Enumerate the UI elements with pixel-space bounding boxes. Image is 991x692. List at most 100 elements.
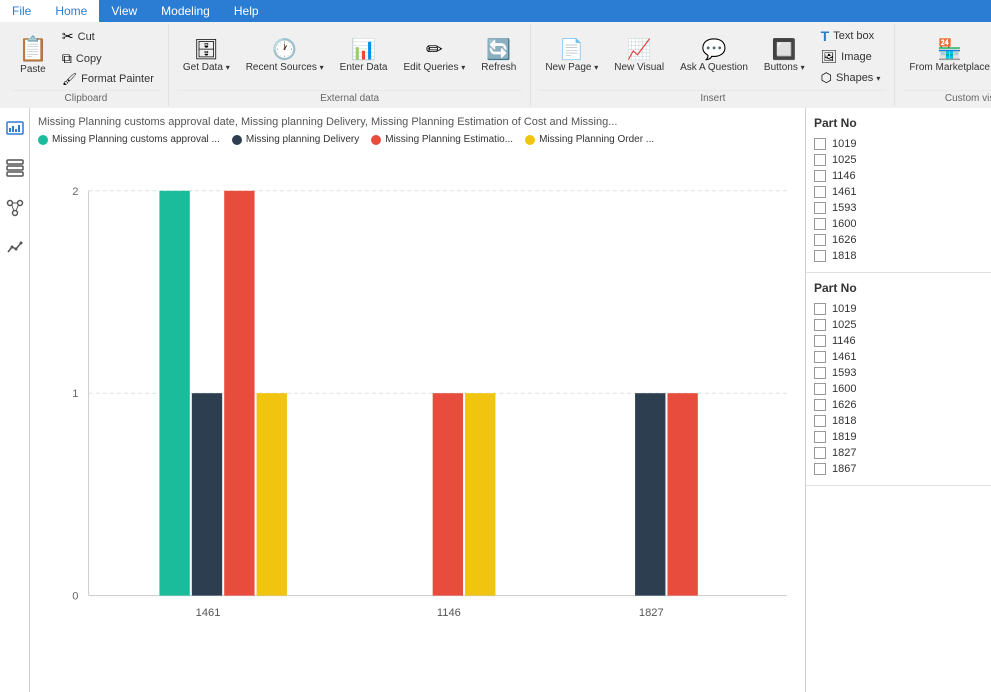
textbox-icon: T (821, 28, 830, 44)
bar-1461-series3[interactable] (257, 393, 287, 595)
legend-item-2: Missing Planning Estimatio... (371, 134, 513, 145)
sidebar-icon-report[interactable] (3, 116, 27, 140)
paste-button[interactable]: 📋 Paste (12, 35, 54, 79)
bar-1461-series1[interactable] (192, 393, 222, 595)
bar-1461-series0[interactable] (159, 191, 189, 596)
group-clipboard: 📋 Paste ✂ Cut ⧉ Copy 🖌 Format Painter (4, 24, 169, 106)
get-data-icon: 🗄 (194, 40, 219, 60)
from-marketplace-label: From Marketplace (909, 62, 990, 74)
filter-value2-1025: 1025 (832, 319, 856, 331)
copy-icon: ⧉ (62, 50, 72, 67)
enter-data-button[interactable]: 📊 Enter Data (334, 37, 394, 77)
filter-item2-1819: 1819 (814, 429, 983, 445)
legend-dot-2 (371, 135, 381, 145)
checkbox-1600[interactable] (814, 218, 826, 230)
tab-file[interactable]: File (0, 0, 43, 22)
shapes-label: Shapes ▾ (836, 72, 880, 84)
right-panel: Part No 1019 1025 1146 1461 1593 (806, 108, 991, 692)
legend-dot-0 (38, 135, 48, 145)
filter-item-1593: 1593 (814, 200, 983, 216)
checkbox-1025[interactable] (814, 154, 826, 166)
sidebar-icon-model[interactable] (3, 196, 27, 220)
image-icon: 🖼 (821, 49, 838, 65)
new-page-button[interactable]: 📄 New Page ▾ (539, 26, 604, 88)
filter-value-1019: 1019 (832, 138, 856, 150)
svg-text:1461: 1461 (196, 607, 221, 619)
ask-question-button[interactable]: 💬 Ask A Question (674, 26, 754, 88)
from-marketplace-button[interactable]: 🏪 From Marketplace (903, 37, 991, 77)
bar-1827-series2[interactable] (667, 393, 697, 595)
new-page-icon: 📄 (559, 40, 584, 60)
filter-item-1818a: 1818 (814, 248, 983, 264)
ribbon-tabs: File Home View Modeling Help (0, 0, 991, 22)
refresh-button[interactable]: 🔄 Refresh (475, 37, 522, 77)
tab-view[interactable]: View (99, 0, 149, 22)
filter-value-1626: 1626 (832, 234, 856, 246)
bar-1461-series2[interactable] (224, 191, 254, 596)
enter-data-label: Enter Data (340, 62, 388, 74)
checkbox2-1819[interactable] (814, 431, 826, 443)
filter-value2-1818: 1818 (832, 415, 856, 427)
filter-item2-1827: 1827 (814, 445, 983, 461)
get-data-button[interactable]: 🗄 Get Data ▾ (177, 37, 236, 77)
checkbox2-1025[interactable] (814, 319, 826, 331)
svg-text:1146: 1146 (437, 607, 461, 619)
checkbox-1146[interactable] (814, 170, 826, 182)
tab-home[interactable]: Home (43, 0, 99, 22)
cut-button[interactable]: ✂ Cut (56, 26, 160, 47)
edit-queries-icon: ✏ (426, 40, 443, 60)
format-painter-label: Format Painter (81, 73, 154, 85)
image-button[interactable]: 🖼 Image (815, 47, 887, 67)
svg-text:2: 2 (72, 186, 78, 198)
bar-1827-series1[interactable] (635, 393, 665, 595)
edit-queries-button[interactable]: ✏ Edit Queries ▾ (397, 37, 471, 77)
filter-value2-1827: 1827 (832, 447, 856, 459)
legend-label-2: Missing Planning Estimatio... (385, 134, 513, 145)
tab-modeling[interactable]: Modeling (149, 0, 222, 22)
checkbox2-1461[interactable] (814, 351, 826, 363)
checkbox2-1867[interactable] (814, 463, 826, 475)
checkbox2-1827[interactable] (814, 447, 826, 459)
cut-label: Cut (78, 31, 95, 43)
filter-item-1600: 1600 (814, 216, 983, 232)
textbox-button[interactable]: T Text box (815, 26, 887, 46)
filter-title-1: Part No (814, 116, 983, 130)
checkbox-1019[interactable] (814, 138, 826, 150)
clipboard-label: Clipboard (12, 90, 160, 104)
tab-help[interactable]: Help (222, 0, 271, 22)
checkbox-1818a[interactable] (814, 250, 826, 262)
filter-item-1626: 1626 (814, 232, 983, 248)
checkbox2-1600[interactable] (814, 383, 826, 395)
filter-title-2: Part No (814, 281, 983, 295)
checkbox2-1593[interactable] (814, 367, 826, 379)
checkbox2-1019[interactable] (814, 303, 826, 315)
buttons-button[interactable]: 🔲 Buttons ▾ (758, 26, 811, 88)
insert-label: Insert (539, 90, 886, 104)
insert-small-items: T Text box 🖼 Image ⬡ Shapes ▾ (815, 26, 887, 88)
shapes-button[interactable]: ⬡ Shapes ▾ (815, 68, 887, 88)
recent-sources-button[interactable]: 🕐 Recent Sources ▾ (240, 37, 330, 77)
new-visual-icon: 📈 (627, 40, 652, 60)
bar-chart: 2 1 0 1461 1146 (38, 153, 797, 684)
bar-1146-series2[interactable] (433, 393, 463, 595)
format-painter-button[interactable]: 🖌 Format Painter (56, 70, 160, 88)
filter-item2-1626: 1626 (814, 397, 983, 413)
checkbox-1626[interactable] (814, 234, 826, 246)
sidebar-icon-analytics[interactable] (3, 236, 27, 260)
ask-question-icon: 💬 (702, 40, 727, 60)
new-visual-button[interactable]: 📈 New Visual (608, 26, 670, 88)
new-page-label: New Page ▾ (545, 62, 598, 74)
copy-button[interactable]: ⧉ Copy (56, 48, 160, 69)
checkbox2-1818[interactable] (814, 415, 826, 427)
filter-value2-1626: 1626 (832, 399, 856, 411)
checkbox2-1626[interactable] (814, 399, 826, 411)
checkbox2-1146[interactable] (814, 335, 826, 347)
checkbox-1461[interactable] (814, 186, 826, 198)
legend-item-1: Missing planning Delivery (232, 134, 359, 145)
filter-value2-1146: 1146 (832, 335, 856, 347)
filter-value-1146: 1146 (832, 170, 856, 182)
bar-1146-series3[interactable] (465, 393, 495, 595)
sidebar-icon-data[interactable] (3, 156, 27, 180)
checkbox-1593[interactable] (814, 202, 826, 214)
filter-value2-1593: 1593 (832, 367, 856, 379)
